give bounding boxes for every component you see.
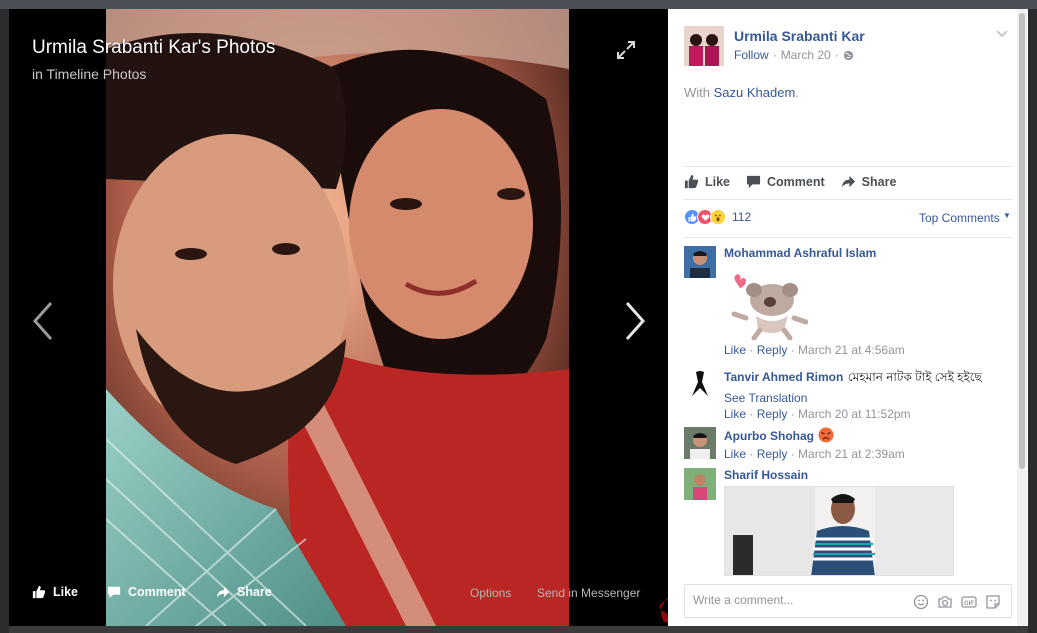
photo-share-label: Share xyxy=(237,585,272,599)
author-avatar[interactable] xyxy=(684,26,724,66)
divider xyxy=(684,199,1012,200)
reaction-count[interactable]: 112 xyxy=(732,210,751,224)
angry-emoji-icon xyxy=(818,427,834,443)
like-button[interactable]: Like xyxy=(684,174,730,189)
follow-link[interactable]: Follow xyxy=(734,48,769,62)
chevron-down-icon[interactable] xyxy=(995,27,1009,39)
commenter-name[interactable]: Apurbo Shohag xyxy=(724,429,814,443)
post-actions: Like Comment Share xyxy=(684,174,912,189)
comment-text: মেহমান নাটক টাই সেই হইছে xyxy=(847,370,982,384)
chevron-right-icon[interactable] xyxy=(619,299,649,343)
comment-reply-link[interactable]: Reply xyxy=(757,447,788,461)
tagged-person-link[interactable]: Sazu Khadem xyxy=(714,85,796,100)
comment-actions: Like · Reply · March 21 at 2:39am xyxy=(724,447,905,461)
meta-separator: · xyxy=(772,48,777,62)
commenter-avatar[interactable] xyxy=(684,468,716,500)
comment-actions: Like · Reply · March 21 at 4:56am xyxy=(724,343,905,357)
comment-line: Apurbo Shohag xyxy=(724,427,1014,445)
comment-like-link[interactable]: Like xyxy=(724,407,746,421)
comment-time[interactable]: March 21 at 2:39am xyxy=(798,447,905,461)
comment-like-link[interactable]: Like xyxy=(724,343,746,357)
commenter-name[interactable]: Mohammad Ashraful Islam xyxy=(724,246,1014,260)
caret-down-icon: ▼ xyxy=(1003,211,1011,220)
comment-time[interactable]: March 20 at 11:52pm xyxy=(798,407,911,421)
comment-label: Comment xyxy=(767,174,825,189)
sticker-icon[interactable] xyxy=(985,594,1001,610)
share-arrow-icon xyxy=(841,175,855,188)
post-body-suffix: . xyxy=(795,85,799,100)
thumbs-up-icon xyxy=(684,174,699,189)
comment-button[interactable]: Comment xyxy=(746,174,825,189)
divider xyxy=(684,166,1012,167)
comment-time[interactable]: March 21 at 4:56am xyxy=(798,343,905,357)
commenter-avatar[interactable] xyxy=(684,427,716,459)
comment-input[interactable] xyxy=(693,593,893,607)
main-photo[interactable] xyxy=(106,9,569,626)
post-meta: Follow · March 20 · xyxy=(734,48,854,62)
photo-share-button[interactable]: Share xyxy=(216,585,272,599)
post-date[interactable]: March 20 xyxy=(781,48,831,62)
top-comments-dropdown[interactable]: Top Comments ▼ xyxy=(919,211,1011,225)
comment-reply-link[interactable]: Reply xyxy=(757,343,788,357)
share-button[interactable]: Share xyxy=(841,174,897,189)
commenter-avatar[interactable] xyxy=(684,246,716,278)
top-comments-label: Top Comments xyxy=(919,211,1000,225)
photo-comment-label: Comment xyxy=(128,585,186,599)
wow-reaction-icon xyxy=(710,209,726,225)
like-label: Like xyxy=(705,174,731,189)
photo-like-label: Like xyxy=(53,585,79,599)
post-body-prefix: With xyxy=(684,85,710,100)
gif-icon[interactable]: GIF xyxy=(961,594,977,610)
meta-separator-2: · xyxy=(834,48,839,62)
comment-bubble-icon xyxy=(746,175,761,189)
panel-scrollbar[interactable] xyxy=(1017,9,1027,626)
globe-icon xyxy=(843,50,853,60)
comment-actions: Like · Reply · March 20 at 11:52pm xyxy=(724,407,911,421)
post-author-name[interactable]: Urmila Srabanti Kar xyxy=(734,28,865,44)
page-backdrop-left xyxy=(0,9,9,633)
comment-reply-link[interactable]: Reply xyxy=(757,407,788,421)
comment-bubble-icon xyxy=(107,586,121,599)
photo-options-link[interactable]: Options xyxy=(470,586,511,600)
scrollbar-thumb[interactable] xyxy=(1019,13,1025,469)
post-details-panel: Urmila Srabanti Kar Follow · March 20 · … xyxy=(668,9,1028,626)
camera-icon[interactable] xyxy=(937,594,953,610)
comment-like-link[interactable]: Like xyxy=(724,447,746,461)
commenter-name[interactable]: Sharif Hossain xyxy=(724,468,1014,482)
chevron-left-icon[interactable] xyxy=(29,299,59,343)
emoji-icon[interactable] xyxy=(913,594,929,610)
comment-composer: GIF xyxy=(684,584,1012,618)
page-backdrop-right xyxy=(1028,9,1037,633)
see-translation-link[interactable]: See Translation xyxy=(724,391,1014,405)
comment-line: Tanvir Ahmed Rimon মেহমান নাটক টাই সেই হ… xyxy=(724,368,1014,389)
send-in-messenger-link[interactable]: Send in Messenger xyxy=(537,586,640,600)
share-label: Share xyxy=(861,174,897,189)
svg-text:GIF: GIF xyxy=(964,601,974,607)
post-body: With Sazu Khadem. xyxy=(684,85,799,100)
commenter-avatar[interactable] xyxy=(684,368,716,400)
share-arrow-icon xyxy=(216,586,230,598)
photo-album-subtitle[interactable]: in Timeline Photos xyxy=(32,66,146,82)
photo-like-button[interactable]: Like xyxy=(32,585,78,599)
photo-album-title[interactable]: Urmila Srabanti Kar's Photos xyxy=(32,37,275,59)
koala-sticker xyxy=(724,268,809,341)
photo-action-bar: Like Comment Share Options Send in Messe… xyxy=(9,581,668,607)
commenter-name[interactable]: Tanvir Ahmed Rimon xyxy=(724,370,843,384)
page-backdrop-top xyxy=(0,0,1037,9)
reaction-summary[interactable]: 112 xyxy=(684,209,751,225)
comment-photo[interactable] xyxy=(724,486,954,576)
photo-stage: Urmila Srabanti Kar's Photos in Timeline… xyxy=(9,9,668,626)
thumbs-up-icon xyxy=(32,585,46,599)
photo-comment-button[interactable]: Comment xyxy=(107,585,186,599)
expand-icon[interactable] xyxy=(615,39,637,61)
divider xyxy=(684,237,1012,238)
